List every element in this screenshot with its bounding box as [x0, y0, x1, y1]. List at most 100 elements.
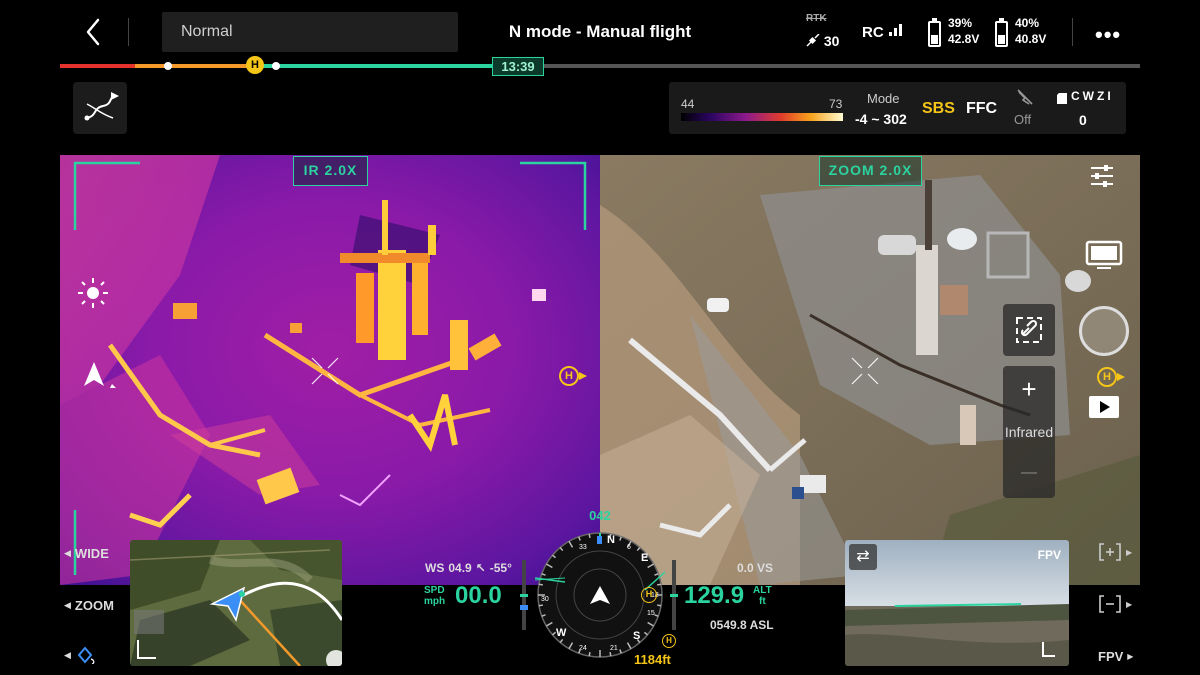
flight-mode-label: Normal: [181, 23, 233, 40]
compass-tick: [588, 651, 591, 657]
timeline-marker[interactable]: [272, 62, 280, 70]
timeline-green-segment: [255, 64, 497, 68]
home-arrow-icon: [579, 372, 587, 380]
fpv-nav-label: FPV: [1098, 649, 1124, 664]
zoom-in-button[interactable]: +: [1003, 374, 1055, 405]
mini-map[interactable]: [130, 540, 342, 666]
home-point-indicator[interactable]: H: [1097, 366, 1133, 388]
sbs-button[interactable]: SBS: [922, 100, 955, 118]
aircraft-heading-icon: [82, 358, 116, 397]
link-views-button[interactable]: [1003, 304, 1055, 356]
rtk-status: RTK: [806, 13, 827, 24]
compass-tick-label: 15: [647, 610, 655, 617]
home-direction-icon: H: [641, 587, 657, 603]
compass-tick: [538, 604, 544, 607]
ffc-button[interactable]: FFC: [966, 100, 997, 118]
ir-zoom-tag[interactable]: IR 2.0X: [293, 156, 368, 186]
zoom-camera-view[interactable]: ZOOM 2.0X: [600, 155, 1140, 585]
zoom-ratio-tag[interactable]: ZOOM 2.0X: [819, 156, 922, 186]
battery-left-voltage: 42.8V: [948, 32, 980, 46]
timeline-marker[interactable]: [164, 62, 172, 70]
arrow-right-icon: ▶: [1126, 547, 1133, 557]
home-distance-icon: H: [662, 634, 676, 648]
collapse-view-button[interactable]: ▶: [1098, 593, 1132, 615]
compass-tick: [588, 533, 591, 539]
altitude-tape-marker: [670, 594, 678, 597]
infrared-camera-view[interactable]: IR 2.0X: [60, 155, 600, 585]
fpv-nav-button[interactable]: FPV ▶: [1098, 649, 1133, 664]
battery-right-voltage: 40.8V: [1015, 32, 1047, 46]
zoom-control: + Infrared —: [1003, 366, 1055, 498]
playback-button[interactable]: [1088, 395, 1120, 424]
arrow-right-icon: ▶: [1127, 652, 1134, 661]
storage-count: 0: [1079, 112, 1087, 128]
zoom-lens-button[interactable]: ◀ ZOOM: [64, 598, 114, 613]
play-icon: [1089, 396, 1119, 418]
compass-w: W: [556, 627, 567, 639]
compass-tick: [656, 604, 662, 607]
mode-range[interactable]: -4 ~ 302: [855, 111, 907, 127]
satellite-count: 30: [823, 33, 840, 49]
thermal-palette-bar[interactable]: [681, 113, 843, 121]
battery-left-percent: 39%: [948, 16, 973, 30]
battery-right-percent: 40%: [1015, 16, 1040, 30]
back-button[interactable]: [78, 14, 110, 50]
compass-tick-label: 30: [541, 596, 549, 603]
compass-tick-label: 24: [579, 645, 587, 652]
map-image: [130, 540, 342, 666]
wind-speed-value: 04.9: [448, 561, 472, 575]
home-icon: H: [1097, 367, 1117, 387]
altitude-value: 129.9: [684, 582, 745, 609]
swap-icon: ⇄: [856, 548, 870, 565]
compass-tick-label: 21: [610, 645, 618, 652]
compass-tick: [609, 651, 612, 657]
timeline-orange-segment: [135, 64, 255, 68]
collapse-icon: [1099, 595, 1121, 613]
arrow-right-icon: ▶: [1126, 599, 1133, 609]
flash-off-icon[interactable]: [1015, 88, 1035, 111]
flight-timeline[interactable]: H: [60, 56, 1140, 74]
speed-tape: [520, 560, 528, 630]
heading-value: 042: [589, 508, 611, 523]
altitude-tape: [670, 560, 678, 630]
wide-label: WIDE: [74, 546, 109, 561]
fpv-image: [845, 540, 1069, 666]
wide-lens-button[interactable]: ◀ WIDE: [64, 546, 109, 561]
page-title: N mode - Manual flight: [508, 22, 692, 41]
home-distance: 1184ft: [634, 652, 671, 667]
swap-view-button[interactable]: ⇄: [849, 544, 877, 570]
flight-mode-selector[interactable]: Normal: [162, 12, 458, 52]
compass-tick: [656, 583, 662, 586]
compass-s: S: [633, 630, 641, 642]
vertical-speed: 0.0 VS: [737, 561, 774, 575]
palette-max-temp: 73: [829, 97, 843, 111]
zoom-out-button[interactable]: —: [1003, 464, 1055, 482]
altitude-label: ALT: [753, 585, 772, 596]
fpv-preview[interactable]: ⇄ FPV: [845, 540, 1069, 666]
settings-sliders-icon[interactable]: [1089, 163, 1115, 194]
rc-signal[interactable]: RC: [862, 23, 904, 41]
map-toggle-button[interactable]: ◀: [64, 646, 97, 664]
expand-view-button[interactable]: ▶: [1098, 541, 1132, 563]
ir-home-indicator[interactable]: H: [559, 365, 593, 387]
compass-tick: [538, 583, 544, 586]
rc-label: RC: [862, 24, 884, 41]
compass-tick-label: 33: [579, 544, 587, 551]
divider: [128, 18, 129, 46]
more-menu-button[interactable]: •••: [1095, 22, 1121, 48]
wind-direction-arrow-icon: ↖: [475, 561, 486, 575]
route-button[interactable]: [73, 82, 127, 134]
compass-n: N: [607, 534, 615, 546]
horizontal-speed: 00.0: [455, 582, 502, 609]
home-marker-icon[interactable]: H: [246, 56, 264, 74]
wind-direction-value: -55°: [489, 561, 512, 575]
sun-icon[interactable]: [75, 275, 111, 316]
speed-unit-block: SPD mph: [424, 585, 445, 607]
altitude-unit-block: ALT ft: [753, 585, 772, 607]
signal-bars-icon: [888, 24, 902, 36]
display-mode-icon[interactable]: [1085, 240, 1123, 275]
shutter-button[interactable]: [1079, 306, 1129, 356]
zoom-label: ZOOM: [74, 598, 114, 613]
satellite-status[interactable]: 30: [806, 33, 839, 49]
wind-speed: WS 04.9 ↖ -55°: [425, 561, 512, 575]
